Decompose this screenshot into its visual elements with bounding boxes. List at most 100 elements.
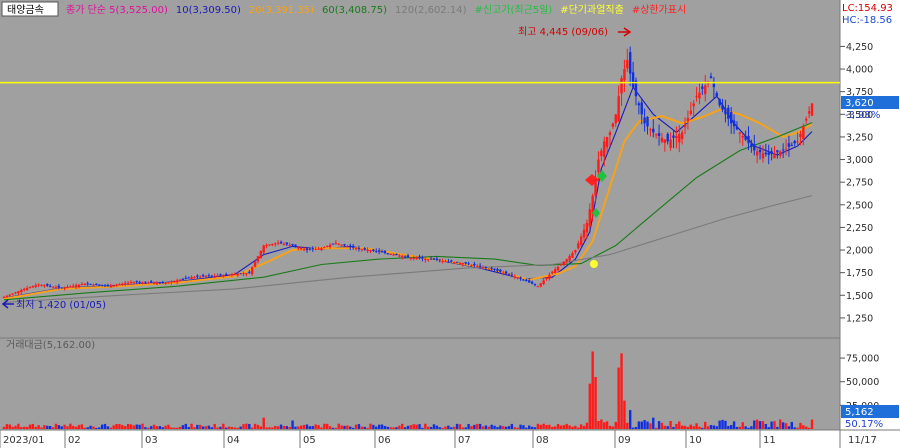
candle-body — [8, 294, 11, 296]
candle-body — [297, 247, 300, 249]
volume-bar — [256, 424, 260, 429]
volume-pane — [0, 338, 840, 430]
candle-body — [86, 283, 89, 285]
volume-bar — [579, 424, 583, 429]
candle-body — [155, 283, 159, 285]
volume-bar — [689, 424, 692, 429]
candle-body — [467, 263, 470, 265]
candle-body — [167, 282, 170, 284]
candle-body — [672, 135, 675, 138]
volume-bar — [48, 425, 52, 429]
candle-body — [727, 107, 730, 119]
volume-bar — [427, 426, 430, 429]
candle-body — [545, 277, 548, 280]
candle-body — [528, 280, 531, 283]
candle-body — [77, 284, 81, 287]
candle-body — [588, 209, 591, 227]
candle-body — [810, 103, 814, 116]
candle-body — [533, 284, 537, 286]
candle-body — [499, 269, 502, 272]
volume-bar — [709, 424, 713, 429]
candle-body — [680, 132, 684, 140]
volume-bar — [175, 427, 179, 429]
volume-bar — [637, 421, 641, 429]
candle-body — [698, 92, 701, 99]
volume-bar — [236, 427, 239, 429]
volume-bar — [657, 421, 661, 429]
candle-body — [60, 287, 63, 289]
candle-body — [2, 297, 6, 299]
legend-item: 10(3,309.50) — [176, 5, 241, 16]
volume-bar — [649, 423, 652, 429]
volume-bar — [403, 427, 407, 429]
volume-bar — [623, 400, 626, 429]
volume-bar — [753, 420, 756, 429]
volume-bar — [695, 423, 698, 429]
volume-bar — [357, 424, 361, 429]
volume-bar — [654, 427, 658, 429]
volume-bar — [360, 426, 364, 429]
volume-bar — [337, 423, 340, 429]
volume-bar — [539, 424, 542, 429]
volume-bar — [308, 426, 312, 429]
volume-bar — [34, 426, 37, 429]
volume-bar — [124, 426, 127, 429]
candle-body — [213, 275, 216, 277]
volume-bar — [115, 424, 118, 429]
volume-value: 5,162 — [845, 407, 874, 418]
volume-bar — [170, 427, 173, 429]
volume-bar — [271, 427, 274, 429]
volume-bar — [259, 426, 263, 429]
volume-bar — [190, 423, 193, 429]
volume-bar — [568, 425, 571, 429]
candle-body — [741, 136, 744, 138]
date-tick-label: 10 — [689, 435, 702, 446]
price-tick-label: 2,250 — [846, 223, 873, 234]
volume-bar — [499, 425, 502, 429]
volume-bar — [2, 426, 6, 429]
candle-body — [562, 261, 566, 265]
hc-value: HC:-18.56 — [842, 15, 892, 26]
volume-bar — [796, 427, 799, 429]
volume-bar — [77, 424, 81, 429]
volume-bar — [533, 427, 537, 429]
candle-body — [666, 133, 669, 142]
candle-body — [611, 123, 615, 127]
volume-bar — [758, 421, 762, 429]
candle-body — [279, 241, 283, 244]
volume-bar — [643, 420, 646, 429]
candle-body — [346, 246, 349, 248]
candle-body — [565, 259, 568, 262]
volume-bar — [781, 422, 785, 429]
volume-bar — [398, 425, 401, 429]
chart-svg: 1,250 1,500 1,750 2,000 2,250 2,500 2,750 3,000… — [0, 0, 900, 448]
volume-bar — [807, 427, 811, 429]
volume-bar — [83, 427, 86, 429]
volume-bar — [522, 425, 525, 429]
candle-body — [181, 279, 185, 281]
volume-bar — [20, 427, 23, 429]
candle-body — [340, 244, 343, 246]
volume-bar — [493, 425, 496, 429]
volume-bar — [525, 427, 528, 429]
candle-body — [721, 104, 724, 110]
candle-body — [115, 284, 118, 286]
candle-body — [447, 261, 450, 263]
candle-body — [654, 134, 658, 136]
candle-body — [74, 285, 78, 287]
volume-bar — [409, 425, 413, 429]
volume-bar — [346, 425, 349, 429]
candle-body — [577, 243, 580, 249]
candle-body — [516, 277, 519, 279]
volume-bar — [600, 419, 603, 429]
volume-bar — [109, 427, 112, 429]
volume-bar — [375, 426, 378, 429]
candle-body — [282, 243, 286, 245]
candle-body — [51, 286, 55, 288]
volume-bar — [741, 422, 744, 429]
volume-bar — [487, 426, 490, 429]
candle-body — [525, 279, 528, 282]
volume-bar — [300, 425, 303, 429]
volume-bar — [727, 425, 730, 429]
volume-bar — [559, 425, 563, 429]
